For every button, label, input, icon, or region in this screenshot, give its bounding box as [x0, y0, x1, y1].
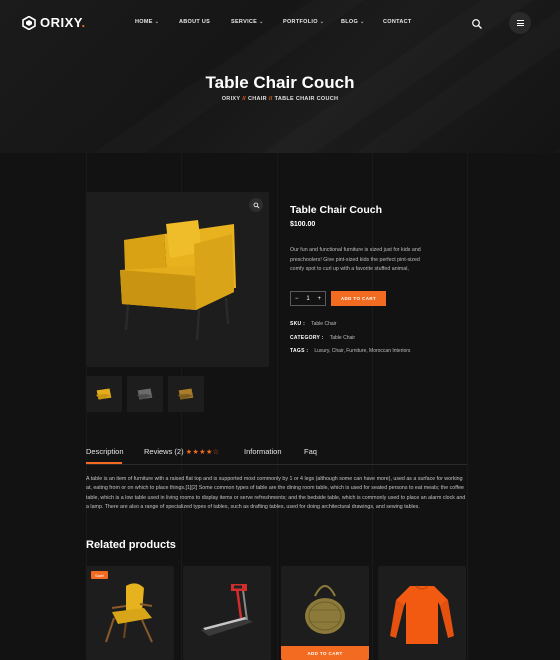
- zoom-icon[interactable]: [249, 198, 263, 212]
- increase-quantity-button[interactable]: +: [317, 296, 321, 302]
- quantity-value[interactable]: 1: [306, 296, 309, 302]
- nav-home[interactable]: HOME ⌄: [135, 19, 159, 25]
- product-sku: SKU : Table Chair: [290, 321, 337, 327]
- search-icon[interactable]: [471, 17, 483, 29]
- chevron-down-icon: ⌄: [259, 19, 264, 25]
- breadcrumb-current: TABLE CHAIR COUCH: [274, 96, 339, 102]
- nav-portfolio[interactable]: PORTFOLIO ⌄: [283, 19, 324, 25]
- nav-blog[interactable]: BLOG ⌄: [341, 19, 365, 25]
- nav-about-us[interactable]: ABOUT US: [179, 19, 210, 25]
- nav-contact[interactable]: CONTACT: [383, 19, 412, 25]
- wooden-chair-image: [105, 583, 153, 643]
- tab-faq[interactable]: Faq: [304, 447, 317, 456]
- product-thumbnail[interactable]: [168, 376, 204, 412]
- breadcrumb-home[interactable]: ORIXY: [222, 96, 241, 102]
- chevron-down-icon: ⌄: [360, 19, 365, 25]
- product-tags: TAGS : Luxury, Chair, Furniture, Moroccan…: [290, 348, 411, 354]
- product-main-image[interactable]: [86, 192, 269, 367]
- product-price: $100.00: [290, 221, 316, 228]
- category-link[interactable]: Table Chair: [330, 335, 355, 341]
- rating-stars: ★★★★☆: [185, 449, 220, 456]
- menu-button[interactable]: [509, 12, 531, 34]
- related-product-card[interactable]: ADD TO CART: [281, 566, 369, 660]
- product-title: Table Chair Couch: [290, 204, 382, 216]
- product-tabs: Description Reviews (2) ★★★★☆ Informatio…: [86, 447, 467, 465]
- active-tab-indicator: [86, 462, 122, 464]
- page-title: Table Chair Couch: [205, 73, 355, 92]
- page-header: ORIXY. HOME ⌄ ABOUT US SERVICE ⌄ PORTFOLIO…: [0, 0, 560, 153]
- tags-links[interactable]: Luxury, Chair, Furniture, Moroccan Inter…: [314, 348, 410, 354]
- sweater-image: [390, 585, 454, 644]
- treadmill-image: [201, 584, 253, 636]
- chevron-down-icon: ⌄: [154, 19, 160, 25]
- tab-description[interactable]: Description: [86, 447, 124, 456]
- sale-badge: Sale!: [91, 571, 109, 579]
- related-product-card[interactable]: [378, 566, 466, 660]
- tab-information[interactable]: Information: [244, 447, 282, 456]
- chevron-down-icon: ⌄: [319, 19, 325, 25]
- breadcrumb-chair[interactable]: CHAIR: [248, 96, 267, 102]
- product-category: CATEGORY : Table Chair: [290, 335, 356, 341]
- card-add-to-cart-button[interactable]: ADD TO CART: [281, 646, 369, 660]
- menu-icon: [516, 19, 524, 27]
- related-product-card[interactable]: Sale!: [86, 566, 174, 660]
- related-product-card[interactable]: [183, 566, 271, 660]
- decrease-quantity-button[interactable]: −: [295, 296, 299, 302]
- quantity-stepper[interactable]: − 1 +: [290, 291, 326, 306]
- add-to-cart-button[interactable]: ADD TO CART: [331, 291, 386, 306]
- description-text: A table is an item of furniture with a r…: [86, 476, 466, 511]
- product-description: Our fun and functional furniture is size…: [290, 247, 421, 272]
- product-thumbnail[interactable]: [127, 376, 163, 412]
- product-thumbnail[interactable]: [86, 376, 122, 412]
- tab-reviews[interactable]: Reviews (2) ★★★★☆: [144, 447, 220, 456]
- breadcrumb: ORIXY//CHAIR//TABLE CHAIR COUCH: [221, 96, 339, 102]
- related-products-heading: Related products: [86, 539, 176, 551]
- nav-service[interactable]: SERVICE ⌄: [231, 19, 264, 25]
- armchair-image: [120, 220, 236, 341]
